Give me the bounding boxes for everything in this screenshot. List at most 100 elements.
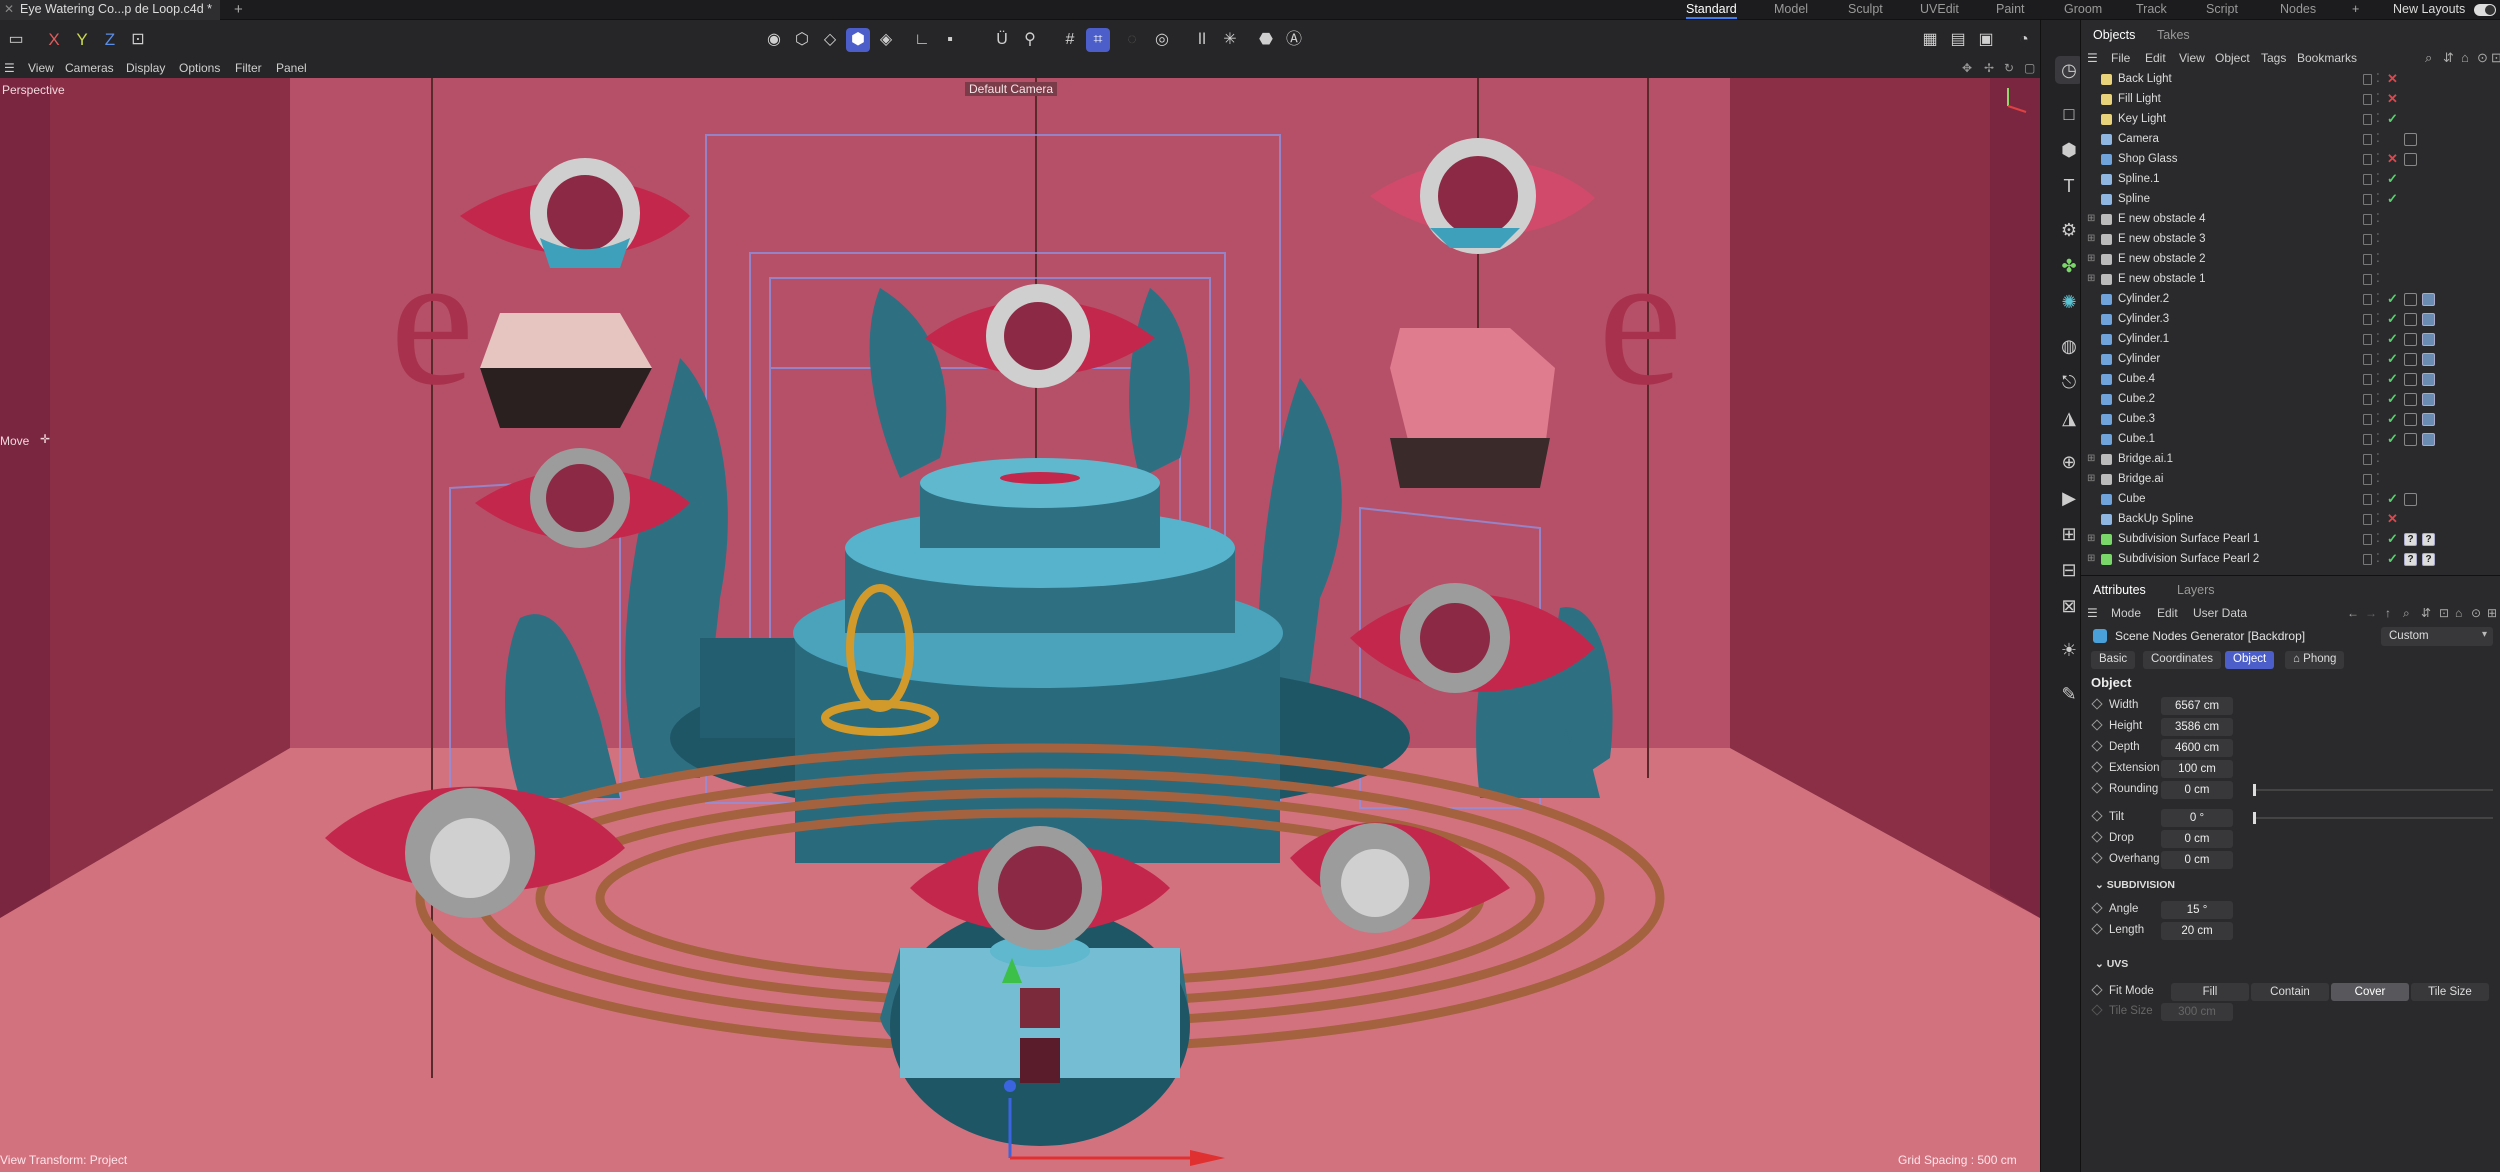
visibility-dots-icon[interactable]: ⁚ — [2376, 111, 2380, 125]
material-tag-icon[interactable] — [2422, 333, 2435, 346]
grid-snap-icon[interactable]: ⌗ — [1086, 28, 1110, 52]
material-tag-icon[interactable] — [2422, 433, 2435, 446]
at-new-icon[interactable]: ⊡ — [2439, 606, 2449, 620]
object-row[interactable]: Key Light ⁚ ✓ — [2081, 110, 2500, 130]
new-tab-icon[interactable]: + — [234, 1, 243, 18]
layer-icon[interactable] — [2363, 374, 2372, 385]
at-expand-icon[interactable]: ⊞ — [2487, 606, 2497, 620]
polygon-mode-icon[interactable]: ◈ — [874, 28, 898, 52]
at-lock-icon[interactable]: ⌂ — [2455, 606, 2462, 620]
layer-icon[interactable] — [2363, 554, 2372, 565]
object-row[interactable]: Cylinder.1 ⁚ ✓ — [2081, 330, 2500, 350]
flag-tag-icon[interactable] — [2404, 393, 2417, 406]
snap-settings-icon[interactable]: ⚲ — [1018, 28, 1042, 52]
disabled-cross-icon[interactable]: ✕ — [2387, 151, 2398, 167]
snap-magnet-icon[interactable]: Ü — [990, 28, 1014, 52]
visibility-dots-icon[interactable]: ⁚ — [2376, 471, 2380, 485]
enabled-check-icon[interactable]: ✓ — [2387, 431, 2398, 447]
view-mode-icon[interactable]: ◉ — [762, 28, 786, 52]
om-search-icon[interactable]: ⌕ — [2425, 50, 2432, 66]
expand-icon[interactable]: ⊞ — [2087, 473, 2095, 484]
layer-icon[interactable] — [2363, 494, 2372, 505]
visibility-dots-icon[interactable]: ⁚ — [2376, 511, 2380, 525]
document-tab[interactable]: ✕ Eye Watering Co...p de Loop.c4d * — [0, 0, 220, 20]
layer-icon[interactable] — [2363, 434, 2372, 445]
object-row[interactable]: ⊞ Bridge.ai.1 ⁚ — [2081, 450, 2500, 470]
layer-icon[interactable] — [2363, 454, 2372, 465]
menu-view[interactable]: View — [28, 61, 54, 75]
square-primitive-icon[interactable]: □ — [2055, 100, 2083, 128]
layer-icon[interactable] — [2363, 534, 2372, 545]
at-back-icon[interactable]: ← — [2347, 606, 2359, 620]
layer-icon[interactable] — [2363, 334, 2372, 345]
render-picture-viewer-icon[interactable]: ▤ — [1946, 28, 1970, 52]
menu-filter[interactable]: Filter — [235, 61, 262, 75]
visibility-dots-icon[interactable]: ⁚ — [2376, 211, 2380, 225]
render-settings-icon[interactable]: ▣ — [1974, 28, 1998, 52]
param-slider[interactable] — [2253, 817, 2493, 819]
at-search-icon[interactable]: ⌕ — [2403, 606, 2410, 621]
enabled-check-icon[interactable]: ✓ — [2387, 311, 2398, 327]
3d-viewport[interactable]: e e Perspective Default Camera Move ✛ Vi… — [0, 78, 2040, 1172]
visibility-dots-icon[interactable]: ⁚ — [2376, 331, 2380, 345]
layer-icon[interactable] — [2363, 154, 2372, 165]
enabled-check-icon[interactable]: ✓ — [2387, 191, 2398, 207]
layer-icon[interactable] — [2363, 194, 2372, 205]
axis-x-toggle[interactable]: X — [44, 28, 64, 52]
layer-icon[interactable] — [2363, 474, 2372, 485]
object-row[interactable]: ⊞ E new obstacle 1 ⁚ — [2081, 270, 2500, 290]
slider-knob[interactable] — [2253, 812, 2256, 824]
fit-mode-cover[interactable]: Cover — [2331, 983, 2409, 1001]
cube-primitive-icon[interactable]: ⬢ — [2055, 136, 2083, 164]
render-tool-icon[interactable]: ▶ — [2055, 484, 2083, 512]
param-slider[interactable] — [2253, 789, 2493, 791]
om-menu-icon[interactable]: ☰ — [2087, 51, 2098, 65]
visibility-dots-icon[interactable]: ⁚ — [2376, 231, 2380, 245]
expand-icon[interactable]: ⊞ — [2087, 273, 2095, 284]
at-up-icon[interactable]: ↑ — [2385, 606, 2391, 620]
visibility-dots-icon[interactable]: ⁚ — [2376, 131, 2380, 145]
keyframe-diamond-icon[interactable] — [2091, 984, 2103, 996]
layer-icon[interactable] — [2363, 354, 2372, 365]
enabled-check-icon[interactable]: ✓ — [2387, 491, 2398, 507]
object-row[interactable]: Cube.3 ⁚ ✓ — [2081, 410, 2500, 430]
lock-workplane-icon[interactable]: ◌ — [1120, 28, 1144, 52]
layer-icon[interactable] — [2363, 294, 2372, 305]
layout-tab-sculpt[interactable]: Sculpt — [1848, 2, 1883, 16]
keyframe-diamond-icon[interactable] — [2091, 719, 2103, 731]
viewport-solo-icon[interactable]: Ⓐ — [1282, 28, 1306, 52]
layer-icon[interactable] — [2363, 74, 2372, 85]
keyframe-diamond-icon[interactable] — [2091, 831, 2103, 843]
render-region-icon[interactable]: ⬣ — [1254, 28, 1278, 52]
object-row[interactable]: Cylinder.2 ⁚ ✓ — [2081, 290, 2500, 310]
visibility-dots-icon[interactable]: ⁚ — [2376, 151, 2380, 165]
om-menu-bookmarks[interactable]: Bookmarks — [2297, 51, 2357, 65]
interactive-render-icon[interactable]: ◔ — [2012, 28, 2036, 52]
object-row[interactable]: ⊞ E new obstacle 4 ⁚ — [2081, 210, 2500, 230]
menu-panel[interactable]: Panel — [276, 61, 307, 75]
om-menu-tags[interactable]: Tags — [2261, 51, 2286, 65]
layer-icon[interactable] — [2363, 234, 2372, 245]
object-row[interactable]: Spline ⁚ ✓ — [2081, 190, 2500, 210]
axis-y-toggle[interactable]: Y — [72, 28, 92, 52]
enabled-check-icon[interactable]: ✓ — [2387, 171, 2398, 187]
field-icon[interactable]: ◍ — [2055, 332, 2083, 360]
om-menu-file[interactable]: File — [2111, 51, 2130, 65]
fit-mode-fill[interactable]: Fill — [2171, 983, 2249, 1001]
object-row[interactable]: Cube ⁚ ✓ — [2081, 490, 2500, 510]
tag-tool-icon[interactable]: ⊠ — [2055, 592, 2083, 620]
object-row[interactable]: ⊞ Subdivision Surface Pearl 1 ⁚ ✓?? — [2081, 530, 2500, 550]
layer-icon[interactable] — [2363, 414, 2372, 425]
viewport-move-icon[interactable]: ✢ — [1984, 61, 1994, 75]
question-tag-icon[interactable]: ? — [2422, 553, 2435, 566]
object-row[interactable]: Cylinder.3 ⁚ ✓ — [2081, 310, 2500, 330]
light-tool-icon[interactable]: ◮ — [2055, 404, 2083, 432]
flag-tag-icon[interactable] — [2404, 313, 2417, 326]
layout-tab-track[interactable]: Track — [2136, 2, 2167, 16]
viewport-maximize-icon[interactable]: ▢ — [2024, 61, 2035, 75]
visibility-dots-icon[interactable]: ⁚ — [2376, 491, 2380, 505]
text-tool-icon[interactable]: T — [2055, 172, 2083, 200]
at-menu-icon[interactable]: ☰ — [2087, 606, 2098, 620]
flag-tag-icon[interactable] — [2404, 433, 2417, 446]
object-row[interactable]: ⊞ E new obstacle 2 ⁚ — [2081, 250, 2500, 270]
